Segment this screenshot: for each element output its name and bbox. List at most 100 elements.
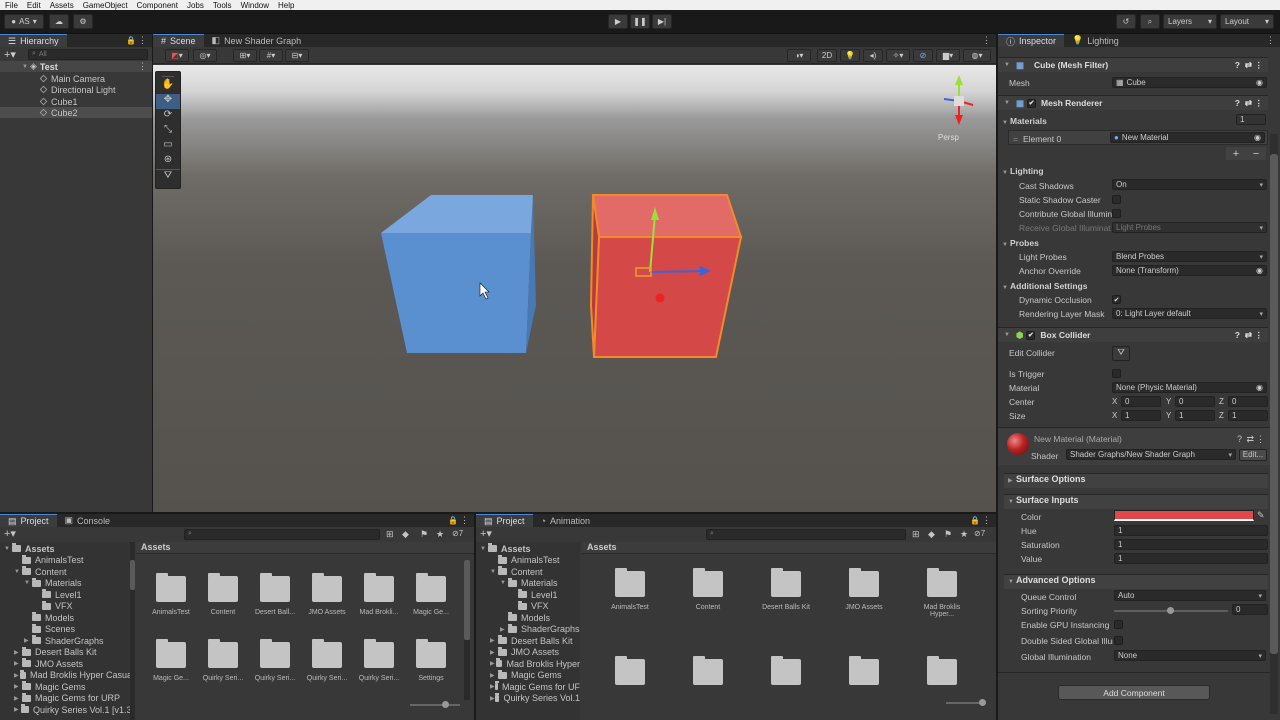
- tree-item[interactable]: ▶ Desert Balls Kit: [476, 635, 580, 646]
- edit-collider-button[interactable]: ⛛: [1112, 346, 1130, 361]
- shading-dropdown[interactable]: ◑ ▾: [787, 49, 811, 62]
- tab-inspector[interactable]: ⓘ Inspector: [998, 34, 1065, 47]
- tag-icon[interactable]: ⚑: [420, 529, 428, 540]
- custom-tool-icon[interactable]: ⛛: [156, 169, 180, 184]
- material-header[interactable]: New Material (Material) ? ⇄ ⋮ Shader Shade…: [998, 427, 1270, 465]
- scene-row[interactable]: ▼ ◈ Test ⋮: [0, 61, 152, 72]
- render-mode-dropdown[interactable]: ◎ ▾: [193, 49, 217, 62]
- collapse-icon[interactable]: ▶: [490, 672, 498, 679]
- component-menu-icon[interactable]: ⋮: [1255, 98, 1264, 109]
- preset-icon[interactable]: ⇄: [1245, 330, 1252, 341]
- mesh-renderer-header[interactable]: ▼ ▦ ✔ Mesh Renderer? ⇄ ⋮: [998, 95, 1268, 110]
- anchor-override-field[interactable]: None (Transform) ◉: [1112, 265, 1267, 276]
- menu-jobs[interactable]: Jobs: [187, 1, 204, 10]
- breadcrumb-assets[interactable]: Assets: [587, 542, 617, 552]
- collapse-icon[interactable]: ▶: [490, 695, 495, 702]
- expand-icon[interactable]: ▼: [4, 546, 12, 552]
- scene-viewport[interactable]: ✋ ✥ ⟳ ⤡ ▭ ⊛ ⛛ Persp: [153, 65, 996, 512]
- hierarchy-item-cube2[interactable]: Cube2: [0, 107, 152, 118]
- surface-options-foldout[interactable]: ▶ Surface Options: [1004, 473, 1268, 488]
- collapse-icon[interactable]: ▶: [490, 637, 498, 644]
- tree-item[interactable]: ▶ Desert Balls Kit: [0, 646, 134, 658]
- asset-folder[interactable]: JMO Assets: [297, 573, 357, 616]
- collapse-icon[interactable]: ▶: [490, 683, 495, 690]
- preset-icon[interactable]: ⇄: [1245, 98, 1252, 109]
- center-y-field[interactable]: 0: [1175, 396, 1215, 407]
- object-picker-icon[interactable]: ◉: [1256, 383, 1263, 392]
- more-icon[interactable]: ⋮: [1266, 35, 1275, 46]
- tree-item[interactable]: ▼ Content: [0, 566, 134, 577]
- asset-folder[interactable]: JMO Assets: [834, 568, 894, 611]
- hand-tool-icon[interactable]: ✋: [156, 79, 180, 94]
- layout-dropdown[interactable]: Layout ▾: [1220, 14, 1274, 29]
- tree-item[interactable]: ▶ ShaderGraphs: [0, 635, 134, 646]
- project-search-2[interactable]: ⌕: [706, 529, 906, 540]
- help-icon[interactable]: ?: [1237, 434, 1242, 444]
- double-sided-gi-checkbox[interactable]: [1114, 636, 1123, 645]
- component-menu-icon[interactable]: ⋮: [1256, 434, 1265, 445]
- shader-edit-button[interactable]: Edit...: [1239, 449, 1267, 461]
- hierarchy-item-main-camera[interactable]: Main Camera: [0, 73, 105, 84]
- collapse-icon[interactable]: ▶: [24, 637, 32, 644]
- tree-item[interactable]: ▶ Magic Gems for URP: [0, 692, 134, 704]
- zoom-slider[interactable]: [410, 701, 460, 708]
- size-z-field[interactable]: 1: [1228, 410, 1268, 421]
- queue-control-dropdown[interactable]: Auto: [1114, 590, 1266, 601]
- search-button[interactable]: ⌕: [1140, 14, 1160, 29]
- collapse-icon[interactable]: ▶: [14, 683, 22, 690]
- tree-item[interactable]: AnimalsTest: [0, 554, 134, 566]
- enabled-checkbox[interactable]: ✔: [1026, 330, 1036, 340]
- folder-icon[interactable]: [693, 656, 723, 685]
- mesh-filter-header[interactable]: ▼ ▦ Cube (Mesh Filter)? ⇄ ⋮: [998, 57, 1268, 72]
- tab-project[interactable]: ▤ Project: [0, 514, 57, 527]
- additional-settings-foldout[interactable]: ▼ Additional Settings: [1002, 281, 1087, 291]
- effects-dropdown[interactable]: ✧ ▾: [886, 49, 910, 62]
- shader-dropdown[interactable]: Shader Graphs/New Shader Graph: [1066, 449, 1236, 460]
- collider-material-field[interactable]: None (Physic Material) ◉: [1112, 382, 1267, 393]
- tree-item[interactable]: Level1: [476, 589, 580, 600]
- hue-field[interactable]: 1: [1114, 525, 1268, 536]
- rendering-layer-dropdown[interactable]: 0: Light Layer default: [1112, 308, 1267, 319]
- move-tool-icon[interactable]: ✥: [156, 94, 180, 109]
- center-z-field[interactable]: 0: [1228, 396, 1268, 407]
- scene-more-icon[interactable]: ⋮: [138, 61, 147, 72]
- materials-count[interactable]: 1: [1236, 114, 1266, 125]
- more-icon[interactable]: ⋮: [138, 35, 147, 46]
- component-menu-icon[interactable]: ⋮: [1255, 330, 1264, 341]
- asset-folder[interactable]: Magic Ge...: [141, 639, 201, 682]
- services-button[interactable]: ⚙: [73, 14, 93, 29]
- menu-assets[interactable]: Assets: [50, 1, 74, 10]
- expand-icon[interactable]: ▼: [14, 569, 22, 575]
- increment-dropdown[interactable]: ⊟ ▾: [285, 49, 309, 62]
- gizmos-dropdown[interactable]: ◍ ▾: [963, 49, 991, 62]
- transform-tool-icon[interactable]: ⊛: [156, 154, 180, 169]
- visibility-toggle[interactable]: ⊘: [913, 49, 933, 62]
- tree-item[interactable]: ▼ Content: [476, 566, 580, 577]
- breadcrumb-assets[interactable]: Assets: [141, 542, 171, 552]
- hierarchy-item-cube1[interactable]: Cube1: [0, 96, 78, 107]
- tree-scrollbar[interactable]: [130, 542, 135, 720]
- dynamic-occlusion-checkbox[interactable]: ✔: [1112, 295, 1121, 304]
- surface-inputs-foldout[interactable]: ▼ Surface Inputs: [1004, 494, 1268, 509]
- hidden-packages-icon[interactable]: ⊘7: [452, 529, 463, 538]
- 2d-toggle[interactable]: 2D: [817, 49, 837, 62]
- blue-cube[interactable]: [381, 195, 536, 353]
- tab-scene[interactable]: # Scene: [153, 34, 204, 47]
- asset-folder[interactable]: Content: [678, 568, 738, 611]
- scale-tool-icon[interactable]: ⤡: [156, 124, 180, 139]
- object-picker-icon[interactable]: ◉: [1256, 266, 1263, 275]
- tab-animation[interactable]: ◔ Animation: [533, 514, 598, 527]
- lighting-foldout[interactable]: ▼ Lighting: [1002, 166, 1044, 176]
- camera-dropdown[interactable]: ▆ ▾: [936, 49, 960, 62]
- menu-window[interactable]: Window: [241, 1, 269, 10]
- asset-folder[interactable]: Content: [193, 573, 253, 616]
- more-icon[interactable]: ⋮: [982, 515, 991, 526]
- tree-item[interactable]: ▶ Magic Gems: [0, 681, 134, 692]
- collapse-icon[interactable]: ▶: [490, 649, 498, 656]
- is-trigger-checkbox[interactable]: [1112, 369, 1121, 378]
- asset-folder[interactable]: Desert Ball...: [245, 573, 305, 616]
- projection-label[interactable]: Persp: [938, 133, 959, 142]
- component-menu-icon[interactable]: ⋮: [1255, 60, 1264, 71]
- collapse-icon[interactable]: ▶: [14, 660, 22, 667]
- project-search[interactable]: ⌕: [184, 529, 380, 540]
